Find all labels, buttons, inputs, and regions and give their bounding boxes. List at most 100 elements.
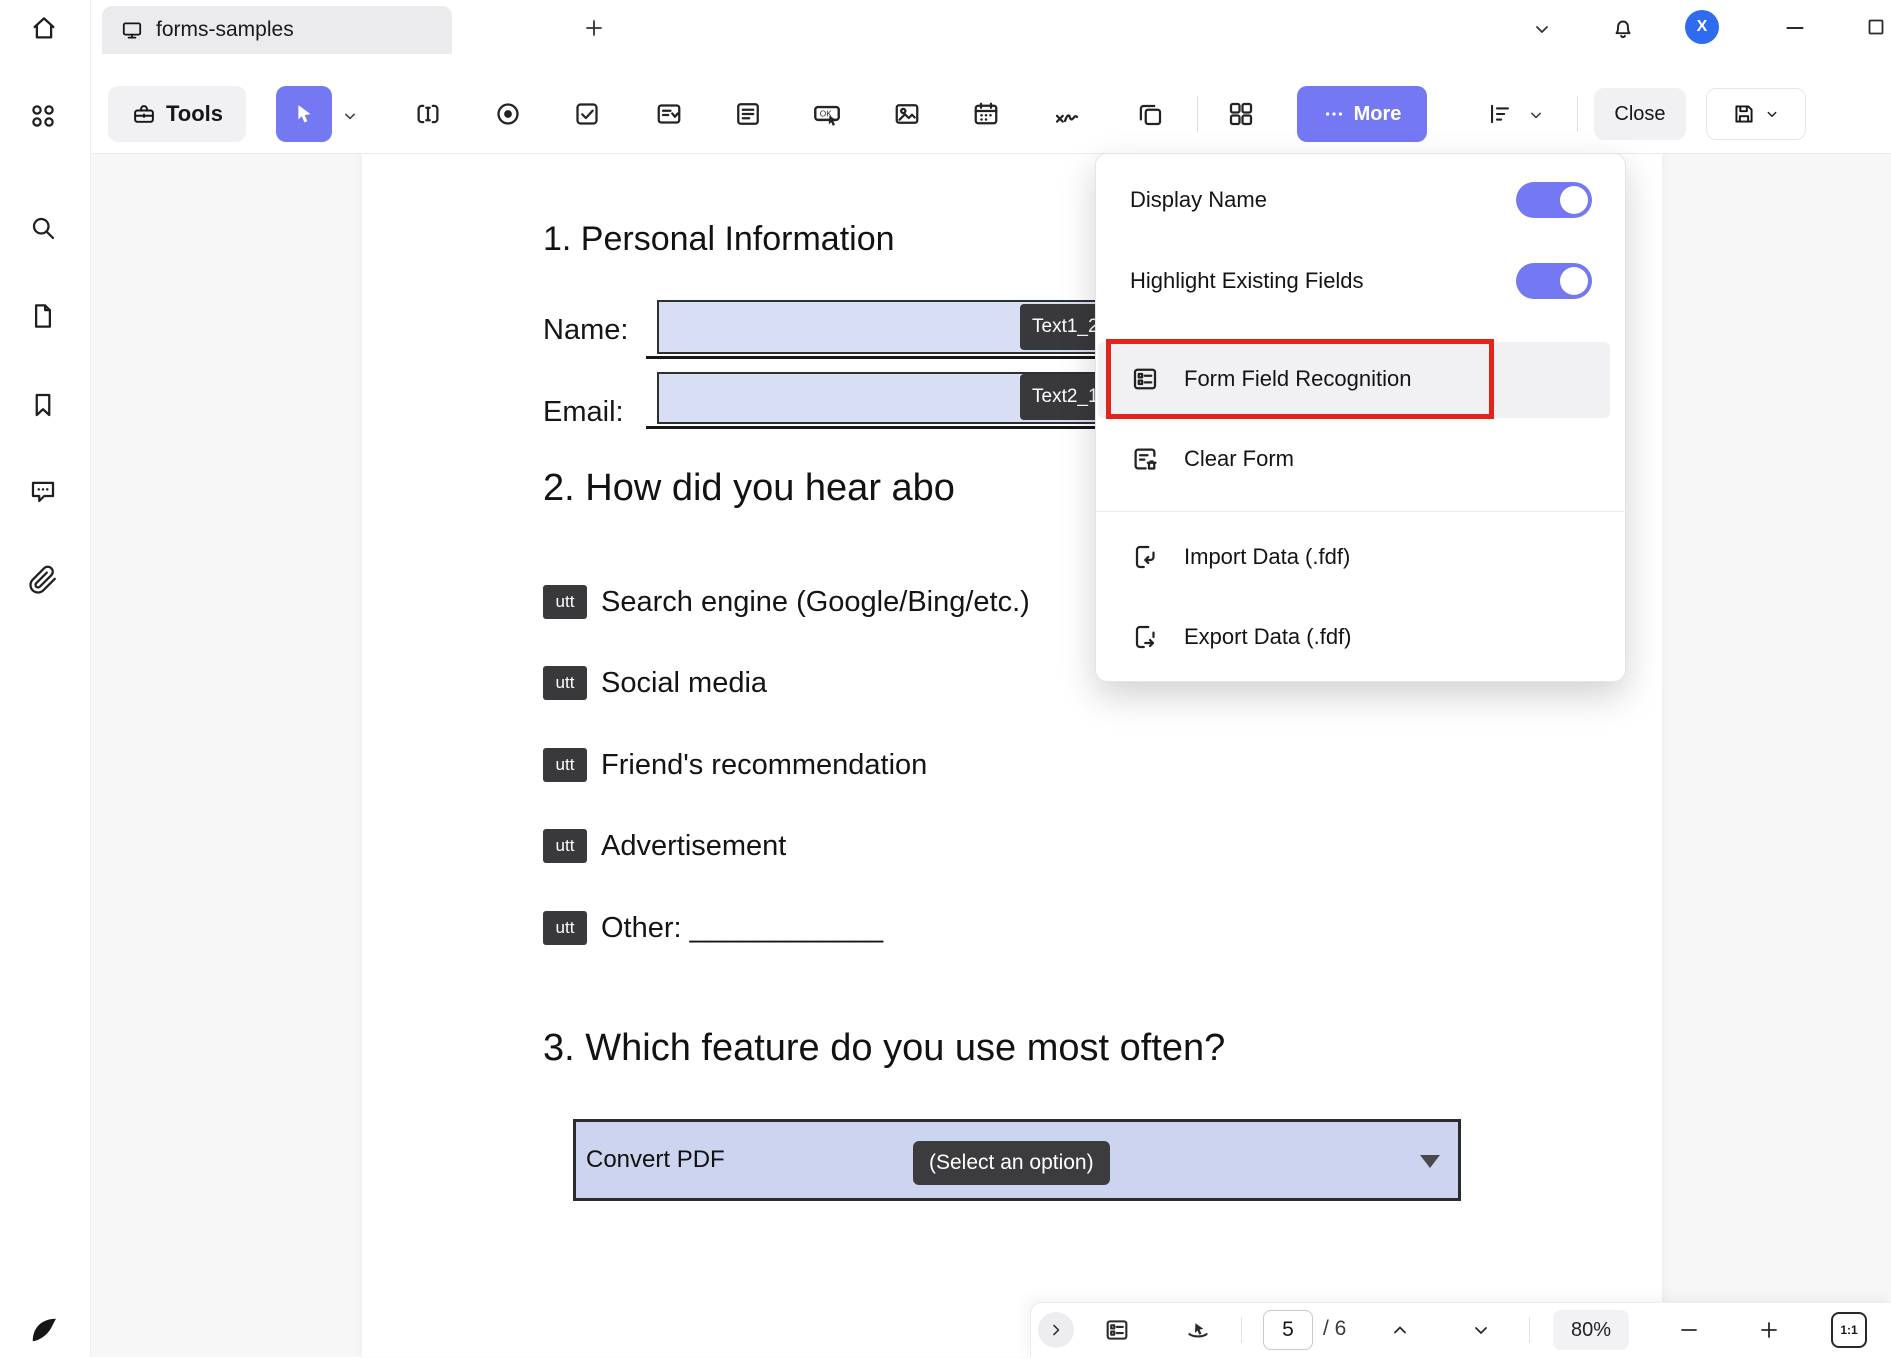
checkbox-field[interactable]: utt: [543, 748, 587, 782]
duplicate-field-tool[interactable]: [1126, 90, 1174, 138]
comments-button[interactable]: [28, 476, 60, 508]
checkbox-field[interactable]: utt: [543, 585, 587, 619]
image-field-icon: [892, 99, 922, 129]
bookmarks-button[interactable]: [28, 390, 60, 422]
new-tab-button[interactable]: [582, 16, 606, 40]
checkbox-field[interactable]: utt: [543, 911, 587, 945]
image-field-tool[interactable]: [883, 90, 931, 138]
account-avatar[interactable]: X: [1685, 10, 1719, 44]
radio-button-tool[interactable]: [484, 90, 532, 138]
align-chevron-icon[interactable]: [1526, 105, 1546, 125]
arrange-fields-tool[interactable]: [1217, 90, 1265, 138]
section3-heading: 3. Which feature do you use most often?: [543, 1027, 1226, 1069]
menu-item-clear-form[interactable]: Clear Form: [1184, 444, 1294, 474]
menu-item-export-data[interactable]: Export Data (.fdf): [1184, 622, 1352, 652]
checkbox-field[interactable]: utt: [543, 829, 587, 863]
save-button-group[interactable]: [1706, 88, 1806, 140]
window-minimize-button[interactable]: [1782, 15, 1808, 41]
previous-page-button[interactable]: [1378, 1308, 1422, 1352]
checkbox-field[interactable]: utt: [543, 666, 587, 700]
text-field-tool[interactable]: [404, 90, 452, 138]
section2-heading: 2. How did you hear abo: [543, 467, 955, 509]
notifications-bell-icon[interactable]: [1610, 15, 1636, 41]
search-button[interactable]: [28, 213, 60, 245]
checkbox-option-label: Friend's recommendation: [601, 748, 928, 781]
zoom-out-button[interactable]: [1667, 1308, 1711, 1352]
date-field-tool[interactable]: [962, 90, 1010, 138]
dropdown-field-name-badge: (Select an option): [913, 1141, 1110, 1185]
next-page-button[interactable]: [1459, 1308, 1503, 1352]
checkbox-icon: [572, 99, 602, 129]
pointer-mode-button[interactable]: [1176, 1308, 1220, 1352]
save-chevron-icon: [1763, 105, 1781, 123]
tabs-dropdown-chevron-icon[interactable]: [1530, 17, 1554, 41]
toolbar-separator: [1577, 96, 1578, 132]
checkbox-option-label: Other: ____________: [601, 911, 884, 944]
combo-box-icon: [654, 99, 684, 129]
chevron-right-icon: [1046, 1320, 1066, 1340]
email-label: Email:: [543, 396, 624, 428]
email-underline: [646, 426, 1102, 429]
menu-divider: [1096, 511, 1627, 512]
zoom-level-button[interactable]: 80%: [1553, 1310, 1629, 1350]
ok-button-icon: [811, 98, 843, 130]
form-view-button[interactable]: [1095, 1308, 1139, 1352]
checkbox-tool[interactable]: [563, 90, 611, 138]
feature-dropdown-field[interactable]: Convert PDF (Select an option): [573, 1119, 1461, 1201]
chevron-down-icon: [1469, 1318, 1493, 1342]
arrange-grid-icon: [1226, 99, 1256, 129]
menu-item-import-data[interactable]: Import Data (.fdf): [1184, 542, 1350, 572]
highlight-fields-toggle[interactable]: [1516, 263, 1592, 299]
checkbox-row: utt Social media: [543, 666, 767, 700]
form-view-icon: [1103, 1316, 1131, 1344]
actual-size-button[interactable]: 1:1: [1831, 1312, 1867, 1348]
tools-icon: [131, 101, 157, 127]
signature-icon: [1052, 99, 1082, 129]
attachments-button[interactable]: [28, 565, 60, 597]
tools-label: Tools: [165, 101, 224, 126]
more-label: More: [1353, 102, 1402, 125]
home-button[interactable]: [29, 13, 61, 45]
tools-button[interactable]: Tools: [108, 86, 246, 142]
window-maximize-button[interactable]: [1864, 15, 1890, 41]
copy-icon: [1135, 99, 1165, 129]
date-field-icon: [971, 99, 1001, 129]
plus-icon: [1757, 1318, 1781, 1342]
zoom-in-button[interactable]: [1747, 1308, 1791, 1352]
toolbar-separator: [1197, 96, 1198, 132]
pointer-mode-icon: [1184, 1316, 1212, 1344]
name-label: Name:: [543, 314, 629, 346]
display-name-toggle[interactable]: [1516, 182, 1592, 218]
apps-grid-button[interactable]: [28, 101, 60, 133]
expand-statusbar-button[interactable]: [1038, 1312, 1074, 1348]
radio-button-icon: [493, 99, 523, 129]
cursor-icon: [291, 101, 317, 127]
dropdown-selected-value: Convert PDF: [586, 1146, 725, 1173]
name-underline: [646, 356, 1102, 359]
push-button-tool[interactable]: [803, 90, 851, 138]
align-fields-tool[interactable]: [1476, 90, 1524, 138]
select-tool-chevron-icon[interactable]: [340, 106, 360, 126]
align-fields-icon: [1486, 100, 1514, 128]
document-tab[interactable]: forms-samples: [102, 6, 452, 54]
titlebar: forms-samples X: [90, 0, 1891, 54]
combo-box-tool[interactable]: [645, 90, 693, 138]
ellipsis-icon: [1323, 103, 1345, 125]
close-form-mode-button[interactable]: Close: [1594, 88, 1686, 140]
select-tool-button[interactable]: [276, 86, 332, 142]
page-total-label: / 6: [1323, 1317, 1347, 1340]
signature-field-tool[interactable]: [1043, 90, 1091, 138]
page-number-input[interactable]: 5: [1263, 1310, 1313, 1350]
dropdown-arrow-icon[interactable]: [1420, 1155, 1440, 1168]
section1-heading: 1. Personal Information: [543, 220, 895, 258]
menu-item-form-field-recognition[interactable]: Form Field Recognition: [1184, 364, 1411, 394]
list-box-tool[interactable]: [724, 90, 772, 138]
thumbnails-button[interactable]: [28, 301, 60, 333]
checkbox-row: utt Advertisement: [543, 829, 786, 863]
form-toolbar: Tools More Close: [90, 54, 1891, 154]
statusbar-separator: [1529, 1317, 1530, 1343]
import-data-icon: [1130, 542, 1160, 572]
checkbox-option-label: Advertisement: [601, 829, 787, 862]
checkbox-option-label: Search engine (Google/Bing/etc.): [601, 585, 1030, 618]
more-button[interactable]: More: [1297, 86, 1427, 142]
